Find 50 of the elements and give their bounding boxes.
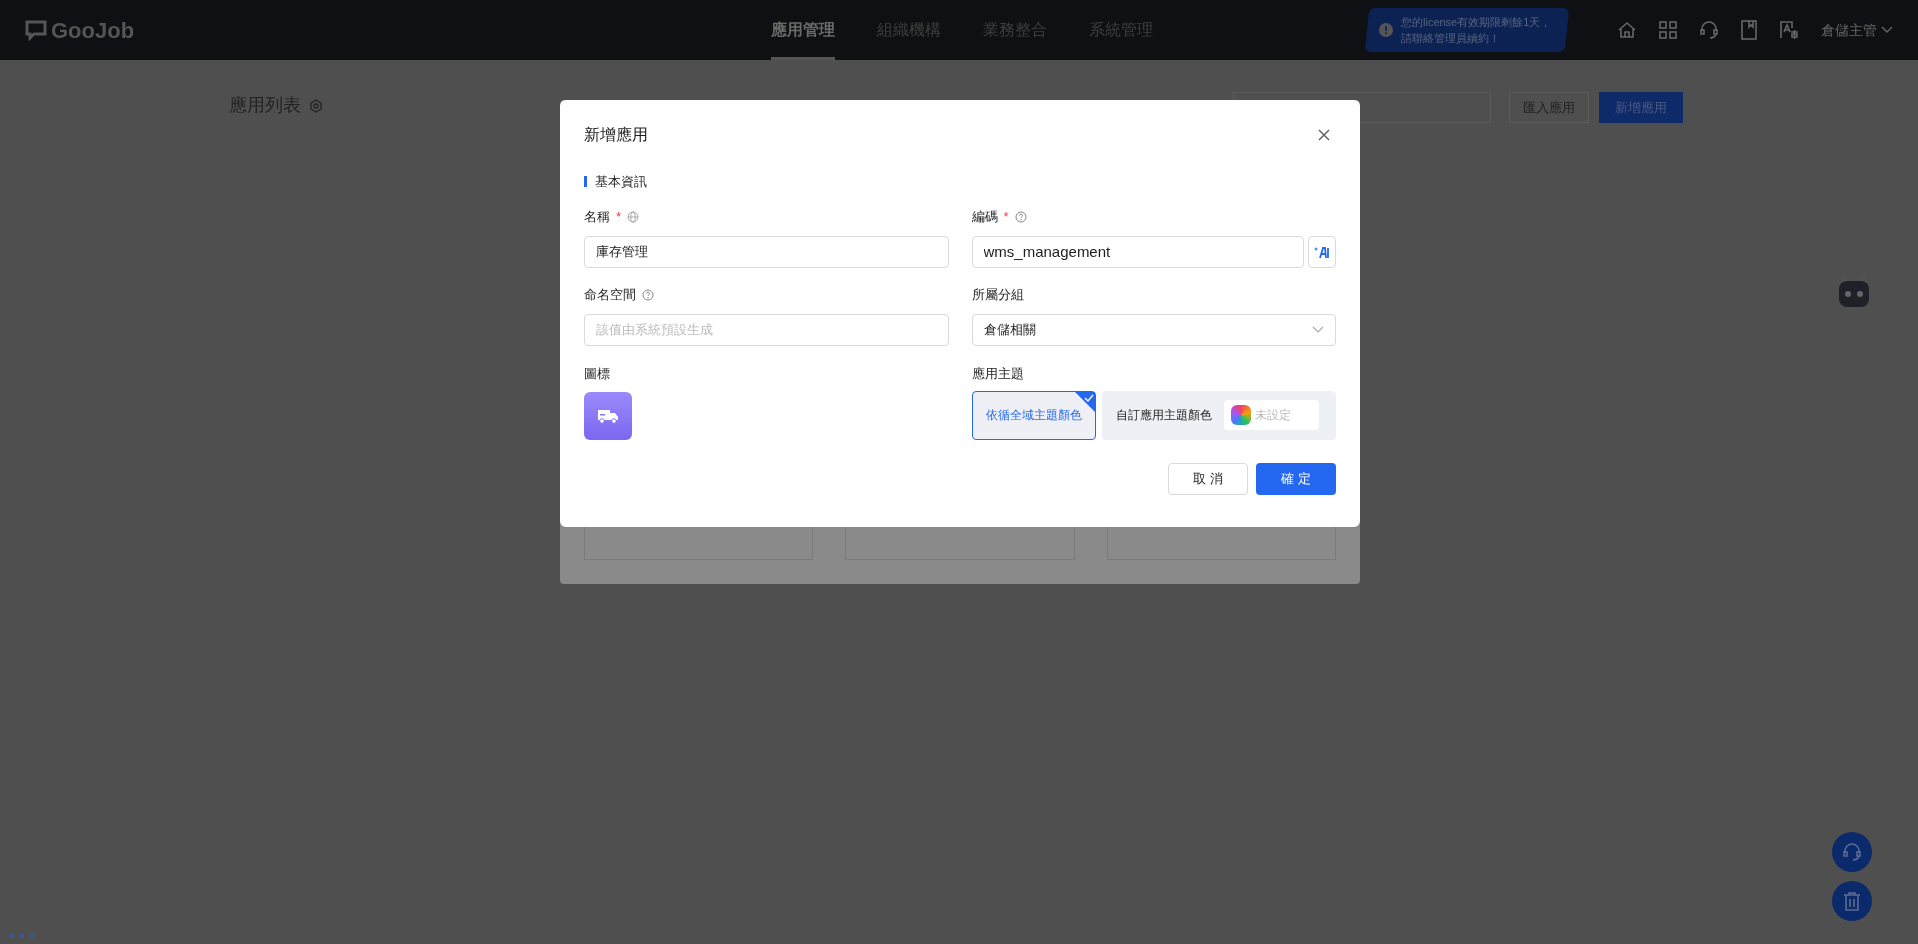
theme-option[interactable]: 依循全域主題顏色 [971, 390, 1096, 440]
color-value: 未設定 [1254, 407, 1291, 424]
logo-icon [25, 19, 47, 41]
select-field[interactable]: 倉儲相關 [971, 313, 1336, 346]
cancel-button[interactable]: 取 消 [1168, 462, 1248, 495]
field-label: 所屬分組 [971, 285, 1024, 304]
confirm-button[interactable]: 確 定 [1256, 462, 1336, 495]
ai-generate-button[interactable] [1308, 235, 1336, 268]
input-field[interactable]: 庫存管理 [584, 235, 949, 268]
field-label: 圖標 [584, 364, 611, 382]
help-icon[interactable] [642, 288, 654, 301]
globe-icon[interactable] [627, 210, 640, 223]
required-mark: * [616, 207, 622, 226]
help-icon[interactable] [1014, 210, 1027, 223]
color-swatch [1230, 405, 1251, 425]
ai-sparkle-icon [1313, 244, 1331, 259]
translate-icon[interactable] [1779, 20, 1799, 40]
section-marker [584, 176, 587, 188]
theme-option[interactable]: 自訂應用主題顏色 未設定 [1101, 390, 1336, 440]
dialog-title: 新增應用 [584, 125, 648, 145]
required-mark: * [1003, 207, 1009, 226]
loading-dots-icon [9, 933, 35, 939]
input-field[interactable]: 該值由系統預設生成 [584, 313, 949, 346]
truck-icon [597, 407, 619, 424]
nav-tab[interactable]: 應用管理 [771, 0, 835, 60]
info-icon [1379, 23, 1393, 37]
logo[interactable]: GooJob [51, 13, 135, 47]
book-icon[interactable] [1741, 20, 1757, 40]
robot-icon[interactable] [1836, 272, 1872, 310]
grid-icon[interactable] [1659, 21, 1677, 39]
license-text: 您的license有效期限剩餘1天，請聯絡管理員續約！ [1401, 15, 1553, 46]
field-label: 編碼 [971, 207, 998, 226]
color-picker[interactable]: 未設定 [1223, 400, 1319, 430]
user-menu[interactable]: 倉儲主管 [1821, 19, 1893, 41]
chevron-down-icon [1312, 326, 1324, 333]
support-button[interactable] [1832, 832, 1872, 872]
app-icon-tile[interactable] [584, 391, 632, 440]
section-title: 基本資訊 [595, 173, 647, 191]
headset-icon [1842, 842, 1862, 862]
chevron-down-icon [1881, 26, 1893, 34]
close-icon[interactable] [1318, 129, 1330, 141]
field-label: 命名空間 [584, 285, 636, 304]
input-field[interactable]: wms_management [971, 235, 1304, 268]
delete-button[interactable] [1832, 881, 1872, 921]
home-icon[interactable] [1617, 20, 1637, 40]
headset-icon[interactable] [1699, 20, 1719, 40]
field-label: 應用主題 [971, 364, 1025, 382]
settings-icon[interactable] [309, 98, 323, 113]
field-label: 名稱 [584, 207, 610, 226]
trash-icon [1843, 891, 1861, 911]
